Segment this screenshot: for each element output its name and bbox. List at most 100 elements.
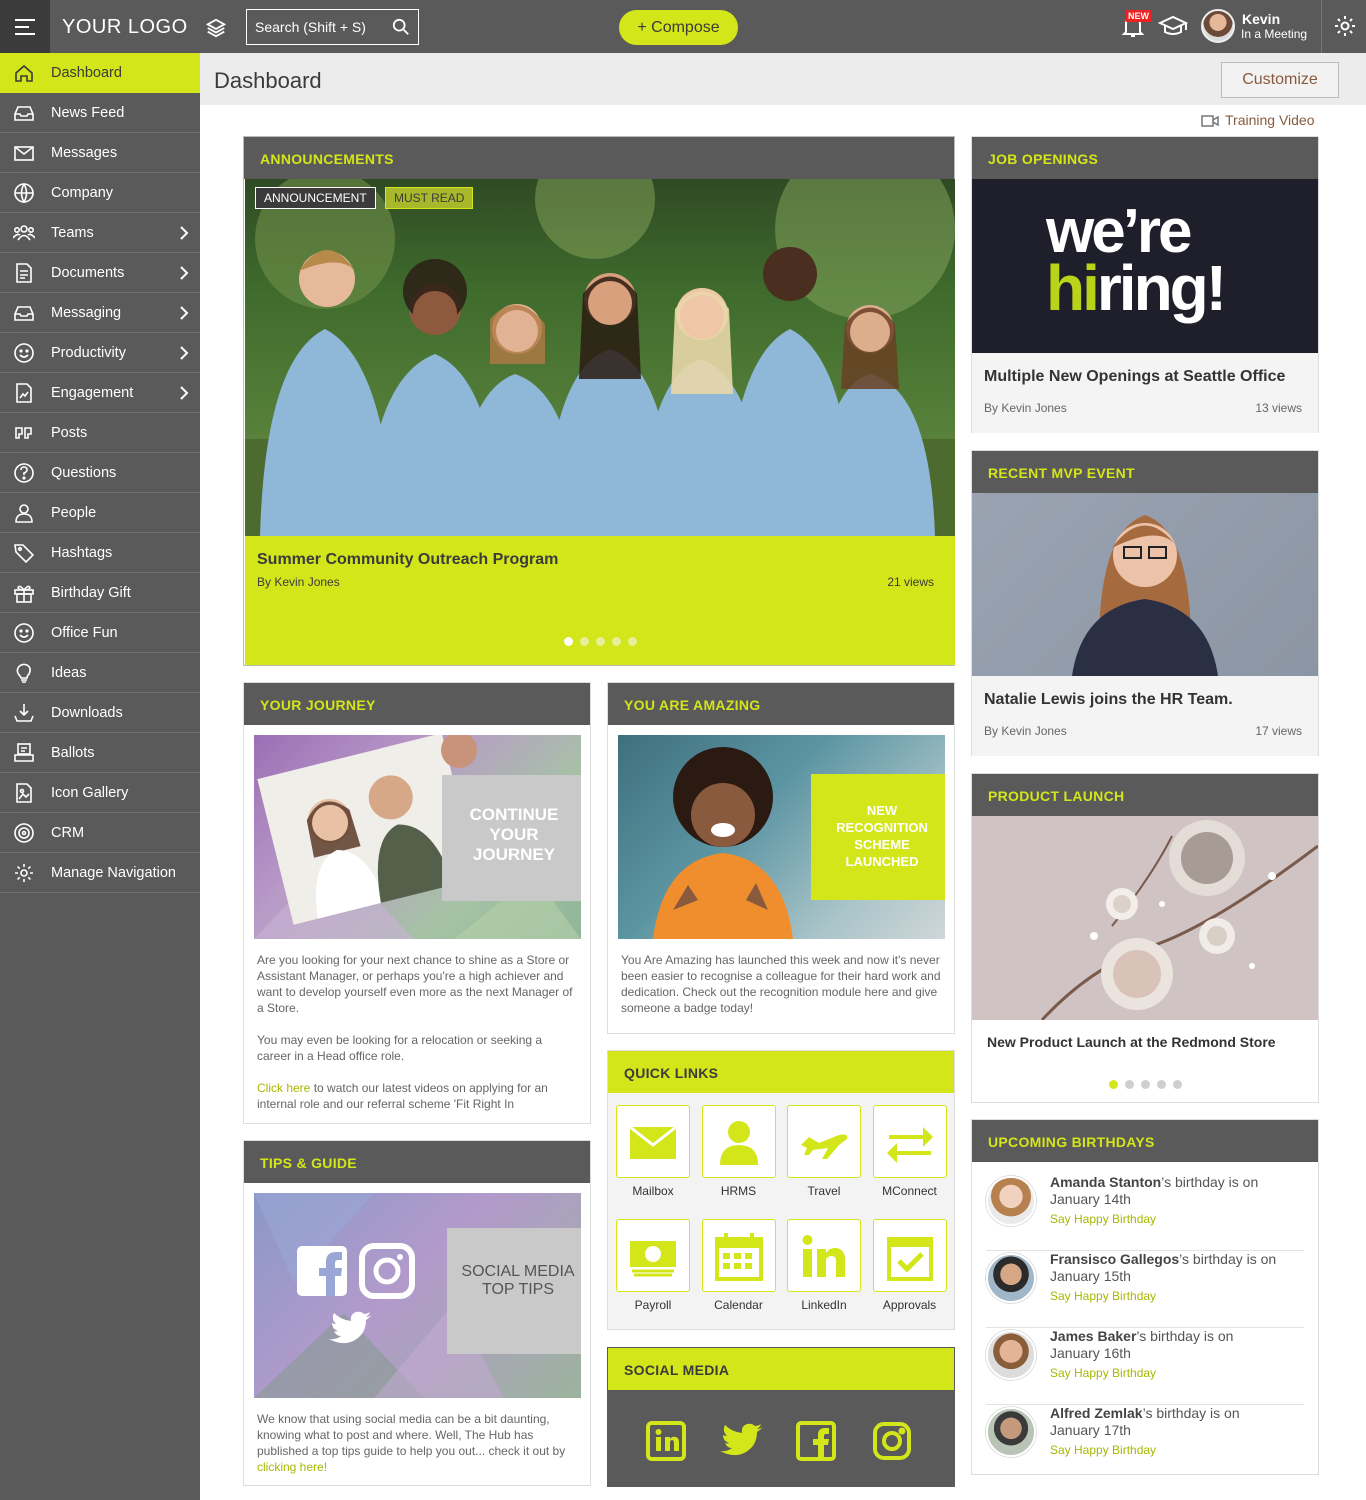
user-status[interactable]: In a Meeting (1241, 27, 1307, 41)
sidebar-item-messages[interactable]: Messages (0, 133, 200, 173)
twitter-icon[interactable] (719, 1421, 764, 1461)
sidebar-item-productivity[interactable]: Productivity (0, 333, 200, 373)
product-title[interactable]: New Product Launch at the Redmond Store (987, 1034, 1276, 1050)
quick-link-linkedin[interactable]: LinkedIn (787, 1219, 861, 1312)
say-happy-birthday-link[interactable]: Say Happy Birthday (1050, 1212, 1156, 1226)
quick-link-mailbox[interactable]: Mailbox (616, 1105, 690, 1198)
quick-link-travel[interactable]: Travel (787, 1105, 861, 1198)
job-details[interactable]: Multiple New Openings at Seattle Office … (972, 353, 1318, 433)
announcement-details[interactable]: Summer Community Outreach Program By Kev… (245, 536, 955, 665)
training-video-link[interactable]: Training Video (1201, 112, 1315, 128)
announcement-carousel-dot[interactable] (628, 637, 637, 646)
birthday-person-name[interactable]: Alfred Zemlak (1050, 1405, 1143, 1421)
sidebar-item-documents[interactable]: Documents (0, 253, 200, 293)
sidebar-item-crm[interactable]: CRM (0, 813, 200, 853)
quick-link-approvals[interactable]: Approvals (872, 1219, 947, 1312)
sidebar-item-people[interactable]: People (0, 493, 200, 533)
mvp-details[interactable]: Natalie Lewis joins the HR Team. By Kevi… (972, 676, 1318, 756)
user-name[interactable]: Kevin (1242, 11, 1280, 27)
tips-image[interactable]: SOCIAL MEDIA TOP TIPS (254, 1193, 581, 1398)
graduation-cap-icon[interactable] (1158, 14, 1188, 38)
avatar[interactable] (986, 1330, 1036, 1380)
avatar[interactable] (986, 1253, 1036, 1303)
sidebar-item-company[interactable]: Company (0, 173, 200, 213)
sidebar-item-downloads[interactable]: Downloads (0, 693, 200, 733)
sidebar-item-manage-navigation[interactable]: Manage Navigation (0, 853, 200, 893)
hamburger-menu-button[interactable] (0, 0, 50, 53)
quick-link-tile[interactable] (616, 1105, 690, 1178)
quick-link-calendar[interactable]: Calendar (701, 1219, 776, 1312)
chevron-right-icon[interactable] (177, 265, 191, 281)
sidebar-item-posts[interactable]: Posts (0, 413, 200, 453)
announcement-photo[interactable]: ANNOUNCEMENT MUST READ (245, 179, 955, 536)
announcement-title[interactable]: Summer Community Outreach Program (257, 551, 558, 569)
compose-button[interactable]: + Compose (619, 10, 738, 45)
chevron-right-icon[interactable] (177, 385, 191, 401)
user-avatar[interactable] (1201, 9, 1235, 43)
avatar[interactable] (986, 1176, 1036, 1226)
journey-click-here-link[interactable]: Click here (257, 1081, 310, 1095)
quick-link-mconnect[interactable]: MConnect (872, 1105, 947, 1198)
birthday-person-name[interactable]: Fransisco Gallegos (1050, 1251, 1179, 1267)
say-happy-birthday-link[interactable]: Say Happy Birthday (1050, 1366, 1156, 1380)
quick-link-tile[interactable] (787, 1105, 861, 1178)
product-carousel-dot[interactable] (1173, 1080, 1182, 1089)
product-carousel-dot[interactable] (1125, 1080, 1134, 1089)
mvp-title[interactable]: Natalie Lewis joins the HR Team. (984, 691, 1233, 709)
layers-icon[interactable] (205, 17, 227, 39)
amazing-image[interactable]: NEW RECOGNITION SCHEME LAUNCHED (618, 735, 945, 939)
search-icon[interactable] (392, 18, 410, 36)
sidebar-item-ballots[interactable]: Ballots (0, 733, 200, 773)
mvp-photo[interactable] (972, 493, 1318, 676)
chevron-right-icon[interactable] (177, 305, 191, 321)
sidebar-item-icon-gallery[interactable]: Icon Gallery (0, 773, 200, 813)
sidebar-item-hashtags[interactable]: Hashtags (0, 533, 200, 573)
job-title[interactable]: Multiple New Openings at Seattle Office (984, 368, 1285, 386)
say-happy-birthday-link[interactable]: Say Happy Birthday (1050, 1289, 1156, 1303)
tips-clicking-here-link[interactable]: clicking here! (257, 1460, 327, 1474)
customize-button[interactable]: Customize (1221, 62, 1339, 98)
journey-image[interactable]: CONTINUE YOUR JOURNEY (254, 735, 581, 939)
quick-link-tile[interactable] (616, 1219, 690, 1292)
hiring-banner[interactable]: we’re hiring! (972, 179, 1318, 353)
chevron-right-icon[interactable] (177, 225, 191, 241)
announcement-carousel-dot[interactable] (564, 637, 573, 646)
settings-button[interactable] (1321, 0, 1366, 53)
sidebar-item-ideas[interactable]: Ideas (0, 653, 200, 693)
quick-link-tile[interactable] (701, 1219, 776, 1292)
announcement-carousel-dot[interactable] (612, 637, 621, 646)
sidebar-item-birthday-gift[interactable]: Birthday Gift (0, 573, 200, 613)
quick-link-tile[interactable] (701, 1105, 776, 1178)
quick-link-payroll[interactable]: Payroll (616, 1219, 690, 1312)
linkedin-icon[interactable] (646, 1421, 686, 1461)
tips-paragraph: We know that using social media can be a… (257, 1411, 579, 1475)
product-photo[interactable] (972, 816, 1318, 1020)
must-read-tag[interactable]: MUST READ (385, 187, 474, 209)
sidebar-item-teams[interactable]: Teams (0, 213, 200, 253)
birthday-person-name[interactable]: Amanda Stanton (1050, 1174, 1161, 1190)
say-happy-birthday-link[interactable]: Say Happy Birthday (1050, 1443, 1156, 1457)
sidebar-item-news-feed[interactable]: News Feed (0, 93, 200, 133)
quick-link-tile[interactable] (787, 1219, 861, 1292)
sidebar-item-messaging[interactable]: Messaging (0, 293, 200, 333)
quick-link-tile[interactable] (872, 1219, 947, 1292)
facebook-icon[interactable] (796, 1421, 836, 1461)
birthday-person-name[interactable]: James Baker (1050, 1328, 1136, 1344)
product-carousel-dot[interactable] (1141, 1080, 1150, 1089)
instagram-icon[interactable] (872, 1421, 912, 1461)
sidebar-item-dashboard[interactable]: Dashboard (0, 53, 208, 93)
avatar[interactable] (986, 1407, 1036, 1457)
announcement-carousel-dot[interactable] (580, 637, 589, 646)
logo[interactable]: YOUR LOGO (62, 16, 188, 39)
announcement-carousel-dot[interactable] (596, 637, 605, 646)
sidebar-item-questions[interactable]: Questions (0, 453, 200, 493)
product-carousel-dot[interactable] (1109, 1080, 1118, 1089)
sidebar-item-engagement[interactable]: Engagement (0, 373, 200, 413)
search-input[interactable] (247, 10, 387, 44)
announcement-tag[interactable]: ANNOUNCEMENT (255, 187, 376, 209)
quick-link-hrms[interactable]: HRMS (701, 1105, 776, 1198)
quick-link-tile[interactable] (872, 1105, 947, 1178)
sidebar-item-office-fun[interactable]: Office Fun (0, 613, 200, 653)
chevron-right-icon[interactable] (177, 345, 191, 361)
product-carousel-dot[interactable] (1157, 1080, 1166, 1089)
